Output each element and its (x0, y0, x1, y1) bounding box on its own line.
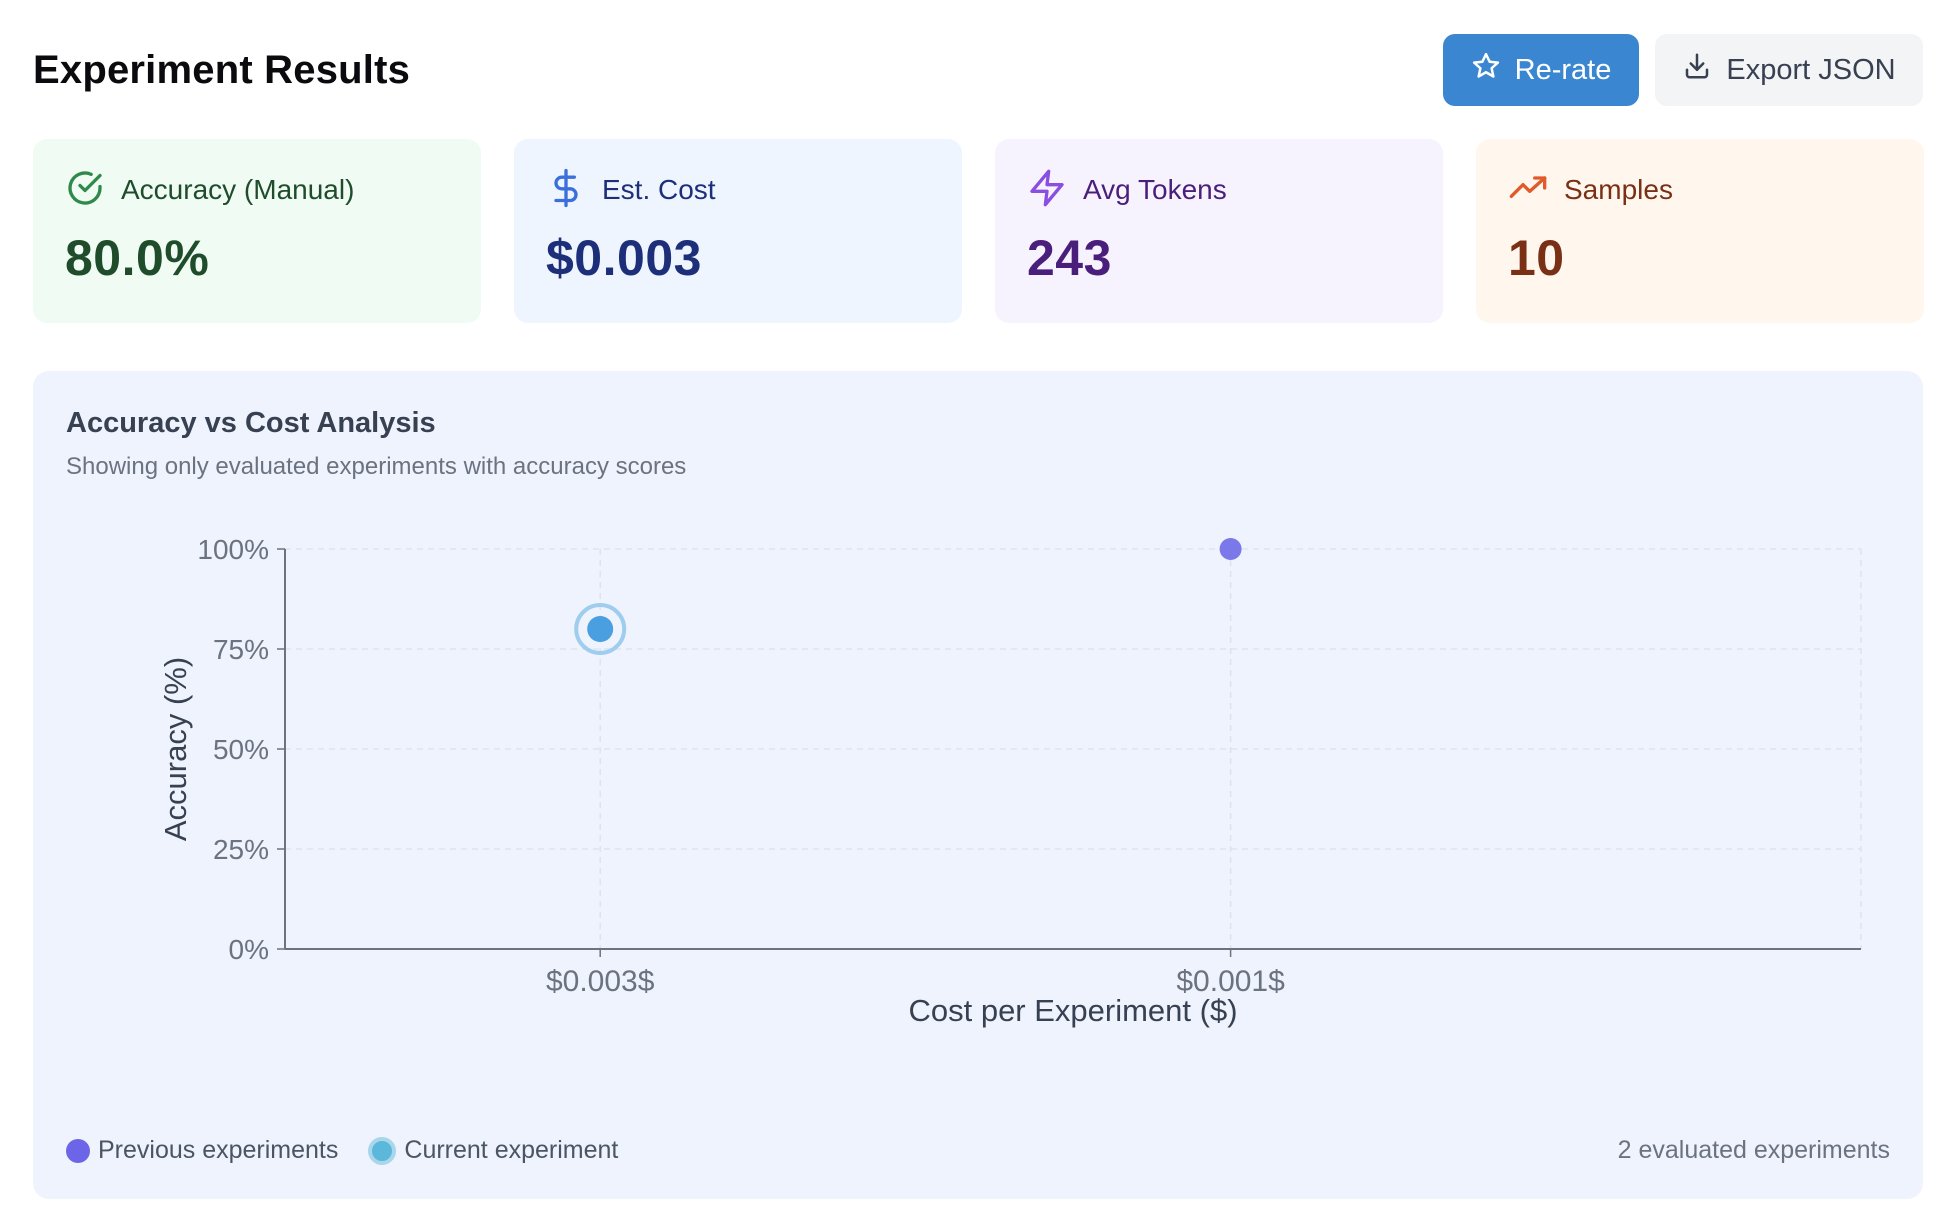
x-tick-label: $0.003$ (546, 965, 655, 998)
legend-current-dot (368, 1136, 397, 1165)
y-tick-label: 75% (213, 634, 269, 665)
y-tick-label: 50% (213, 734, 269, 765)
current-experiment-point (587, 616, 614, 642)
legend-previous-dot (66, 1138, 90, 1163)
trending-up-icon (1508, 168, 1548, 213)
tokens-label: Avg Tokens (1083, 174, 1227, 205)
lightning-icon (1027, 168, 1067, 213)
tokens-value: 243 (1027, 230, 1112, 286)
rerate-label: Re-rate (1514, 53, 1612, 86)
scatter-chart: 0%25%50%75%100%$0.003$ $0.001$Cost per Ex… (158, 534, 1862, 1028)
accuracy-card: Accuracy (Manual) 80.0% (33, 139, 481, 323)
tokens-card: Avg Tokens 243 (995, 139, 1443, 323)
legend-previous: Previous experiments (66, 1136, 338, 1165)
y-axis-label: Accuracy (%) (158, 657, 193, 841)
evaluated-count: 2 evaluated experiments (1617, 1136, 1890, 1164)
rerate-button[interactable]: Re-rate (1443, 34, 1639, 106)
legend-current-label: Current experiment (404, 1136, 619, 1164)
download-icon (1682, 51, 1712, 89)
page-title: Experiment Results (33, 48, 411, 92)
accuracy-label: Accuracy (Manual) (121, 174, 355, 205)
chart-panel: Accuracy vs Cost Analysis Showing only e… (33, 371, 1923, 1199)
x-axis-label: Cost per Experiment ($) (908, 993, 1237, 1028)
legend-current: Current experiment (368, 1136, 618, 1165)
check-circle-icon (65, 168, 105, 213)
samples-label: Samples (1564, 174, 1673, 205)
samples-card: Samples 10 (1476, 139, 1924, 323)
y-tick-label: 0% (229, 934, 269, 965)
star-icon (1471, 51, 1501, 89)
cost-card: Est. Cost $0.003 (514, 139, 962, 323)
export-label: Export JSON (1726, 53, 1896, 86)
legend-previous-label: Previous experiments (98, 1136, 339, 1164)
cost-label: Est. Cost (602, 174, 716, 205)
header: Experiment Results Re-rate Export JSON (33, 34, 1923, 106)
summary-cards: Accuracy (Manual) 80.0% Est. Cost $0.003… (33, 139, 1924, 323)
dollar-icon (546, 168, 586, 213)
y-tick-label: 100% (197, 534, 269, 565)
export-json-button[interactable]: Export JSON (1655, 34, 1923, 106)
previous-experiment-point (1219, 538, 1242, 560)
cost-value: $0.003 (546, 230, 702, 286)
y-tick-label: 25% (213, 834, 269, 865)
accuracy-value: 80.0% (65, 230, 210, 286)
chart-legend: Previous experiments Current experiment (66, 1136, 618, 1165)
samples-value: 10 (1508, 230, 1565, 286)
